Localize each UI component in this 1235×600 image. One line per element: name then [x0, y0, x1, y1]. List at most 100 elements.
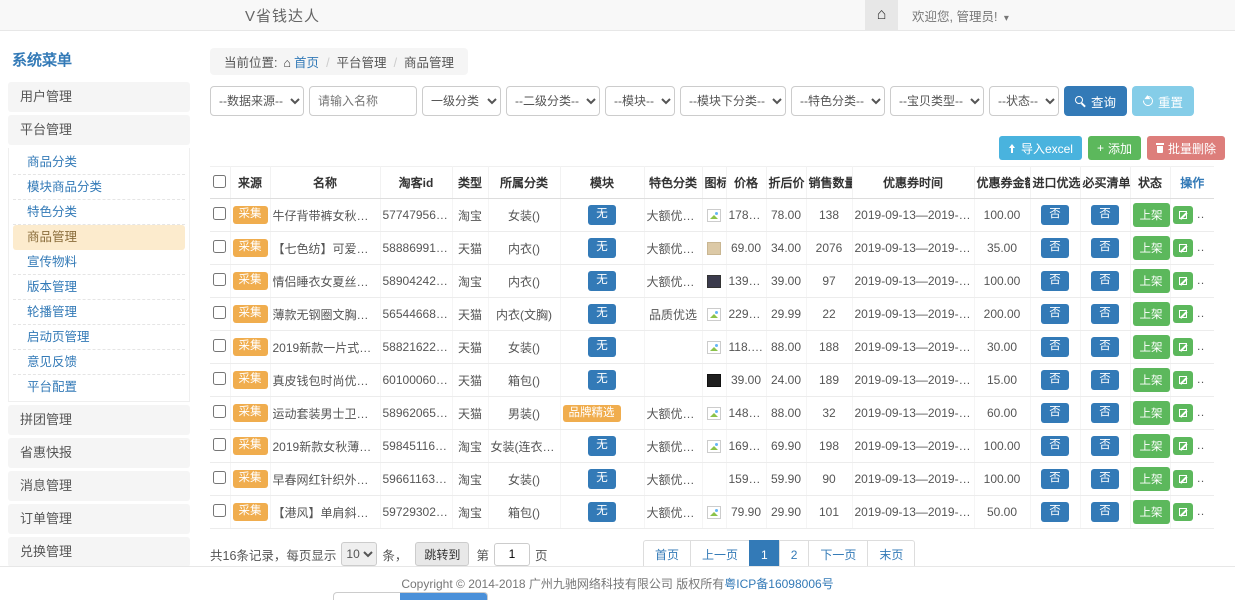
- sidebar-group[interactable]: 省惠快报: [8, 438, 190, 468]
- import-select-toggle[interactable]: 否: [1041, 304, 1069, 324]
- home-button[interactable]: ⌂: [865, 0, 898, 30]
- page-button[interactable]: 上一页: [690, 540, 750, 566]
- page-button[interactable]: 下一页: [808, 540, 868, 566]
- sidebar-item[interactable]: 模块商品分类: [13, 175, 185, 200]
- import-select-toggle[interactable]: 否: [1041, 271, 1069, 291]
- status-toggle[interactable]: 上架: [1133, 368, 1170, 392]
- sidebar-group[interactable]: 订单管理: [8, 504, 190, 534]
- sidebar-item[interactable]: 特色分类: [13, 200, 185, 225]
- page-number-input[interactable]: [494, 543, 530, 566]
- filter-select[interactable]: 一级分类: [422, 86, 501, 116]
- edit-button[interactable]: [1173, 305, 1193, 323]
- must-buy-toggle[interactable]: 否: [1091, 271, 1119, 291]
- row-checkbox[interactable]: [213, 438, 226, 451]
- status-toggle[interactable]: 上架: [1133, 401, 1170, 425]
- page-button[interactable]: 1: [749, 540, 780, 566]
- row-checkbox[interactable]: [213, 471, 226, 484]
- filter-select[interactable]: --状态--: [989, 86, 1059, 116]
- search-button[interactable]: 查询: [1064, 86, 1127, 116]
- sidebar-item[interactable]: 轮播管理: [13, 300, 185, 325]
- edit-button[interactable]: [1173, 503, 1193, 521]
- status-toggle[interactable]: 上架: [1133, 500, 1170, 524]
- import-select-toggle[interactable]: 否: [1041, 403, 1069, 423]
- source-cell: 采集: [230, 463, 270, 496]
- jump-button[interactable]: 跳转到: [415, 542, 469, 566]
- must-buy-toggle[interactable]: 否: [1091, 337, 1119, 357]
- status-toggle[interactable]: 上架: [1133, 269, 1170, 293]
- row-checkbox[interactable]: [213, 405, 226, 418]
- import-select-toggle[interactable]: 否: [1041, 337, 1069, 357]
- sidebar-group[interactable]: 用户管理: [8, 82, 190, 112]
- must-buy-toggle[interactable]: 否: [1091, 436, 1119, 456]
- import-select-toggle[interactable]: 否: [1041, 502, 1069, 522]
- sidebar-group[interactable]: 平台管理: [8, 115, 190, 145]
- user-menu[interactable]: 欢迎您, 管理员! ▾: [912, 6, 1009, 25]
- import-excel-button[interactable]: 导入excel: [999, 136, 1082, 160]
- status-toggle[interactable]: 上架: [1133, 335, 1170, 359]
- filter-select[interactable]: --数据来源--: [210, 86, 304, 116]
- must-buy-toggle[interactable]: 否: [1091, 370, 1119, 390]
- sidebar-item[interactable]: 意见反馈: [13, 350, 185, 375]
- sidebar-item[interactable]: 启动页管理: [13, 325, 185, 350]
- sidebar-group[interactable]: 兑换管理: [8, 537, 190, 566]
- filter-select[interactable]: --宝贝类型--: [890, 86, 984, 116]
- import-select-toggle[interactable]: 否: [1041, 205, 1069, 225]
- add-button[interactable]: +添加: [1088, 136, 1141, 160]
- select-all-checkbox[interactable]: [213, 175, 226, 188]
- import-select-toggle[interactable]: 否: [1041, 370, 1069, 390]
- row-checkbox[interactable]: [213, 504, 226, 517]
- must-buy-toggle[interactable]: 否: [1091, 238, 1119, 258]
- filter-select[interactable]: --模块下分类--: [680, 86, 786, 116]
- must-buy-toggle[interactable]: 否: [1091, 502, 1119, 522]
- breadcrumb-home-link[interactable]: 首页: [294, 56, 319, 70]
- reset-button[interactable]: 重置: [1132, 86, 1194, 116]
- sidebar-item-active[interactable]: 商品管理: [13, 225, 185, 250]
- row-checkbox[interactable]: [213, 240, 226, 253]
- status-toggle[interactable]: 上架: [1133, 302, 1170, 326]
- edit-button[interactable]: [1173, 404, 1193, 422]
- page-button[interactable]: 首页: [643, 540, 691, 566]
- sidebar-group[interactable]: 拼团管理: [8, 405, 190, 435]
- import-select-toggle[interactable]: 否: [1041, 469, 1069, 489]
- import-select-toggle[interactable]: 否: [1041, 436, 1069, 456]
- edit-button[interactable]: [1173, 437, 1193, 455]
- page-button[interactable]: 末页: [867, 540, 915, 566]
- filter-select[interactable]: --二级分类--: [506, 86, 600, 116]
- must-buy-toggle[interactable]: 否: [1091, 403, 1119, 423]
- row-checkbox[interactable]: [213, 207, 226, 220]
- welcome-text: 欢迎您, 管理员!: [912, 10, 997, 24]
- status-toggle[interactable]: 上架: [1133, 434, 1170, 458]
- row-checkbox[interactable]: [213, 273, 226, 286]
- row-checkbox[interactable]: [213, 306, 226, 319]
- status-toggle[interactable]: 上架: [1133, 203, 1170, 227]
- sidebar-item[interactable]: 版本管理: [13, 275, 185, 300]
- edit-button[interactable]: [1173, 371, 1193, 389]
- edit-button[interactable]: [1173, 206, 1193, 224]
- import-select-cell: 否: [1030, 265, 1080, 298]
- name-search-input[interactable]: [309, 86, 417, 116]
- per-page-select[interactable]: 10: [341, 542, 377, 566]
- sidebar-item[interactable]: 平台配置: [13, 375, 185, 399]
- edit-button[interactable]: [1173, 338, 1193, 356]
- sidebar-item[interactable]: 商品分类: [13, 150, 185, 175]
- edit-button[interactable]: [1173, 272, 1193, 290]
- sidebar-group[interactable]: 消息管理: [8, 471, 190, 501]
- bulk-delete-button[interactable]: 批量删除: [1147, 136, 1225, 160]
- must-buy-toggle[interactable]: 否: [1091, 469, 1119, 489]
- import-select-toggle[interactable]: 否: [1041, 238, 1069, 258]
- module-cell: 无: [560, 199, 644, 232]
- status-toggle[interactable]: 上架: [1133, 236, 1170, 260]
- icp-link[interactable]: 粤ICP备16098006号: [724, 575, 833, 592]
- category-cell: 内衣(): [488, 265, 560, 298]
- sidebar-item[interactable]: 宣传物料: [13, 250, 185, 275]
- row-checkbox[interactable]: [213, 339, 226, 352]
- edit-button[interactable]: [1173, 239, 1193, 257]
- status-toggle[interactable]: 上架: [1133, 467, 1170, 491]
- page-button[interactable]: 2: [779, 540, 810, 566]
- edit-button[interactable]: [1173, 470, 1193, 488]
- must-buy-toggle[interactable]: 否: [1091, 304, 1119, 324]
- row-checkbox[interactable]: [213, 372, 226, 385]
- filter-select[interactable]: --特色分类--: [791, 86, 885, 116]
- filter-select[interactable]: --模块--: [605, 86, 675, 116]
- must-buy-toggle[interactable]: 否: [1091, 205, 1119, 225]
